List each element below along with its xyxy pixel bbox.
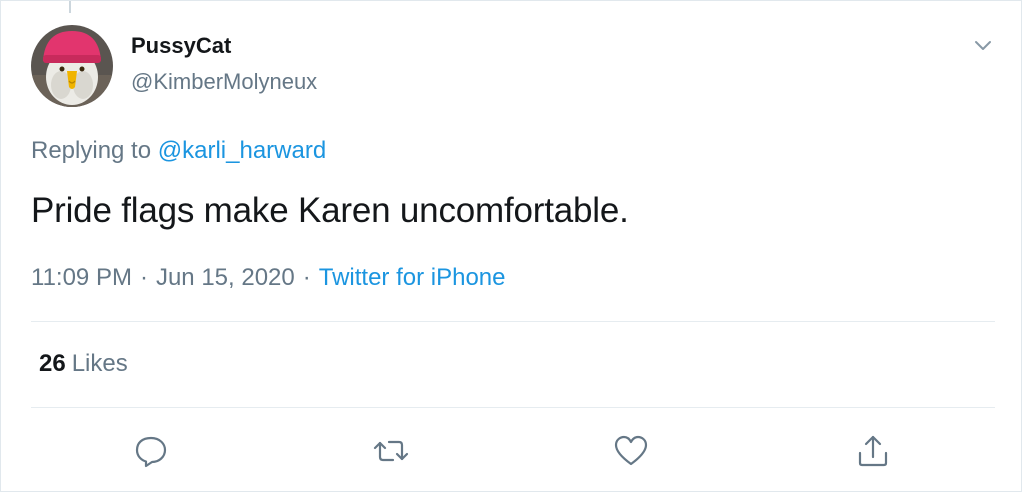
tweet-date[interactable]: Jun 15, 2020 (156, 264, 295, 291)
divider (31, 321, 995, 322)
tweet-metadata: 11:09 PM · Jun 15, 2020 · Twitter for iPhone (31, 264, 506, 292)
share-icon (858, 435, 888, 467)
meta-separator: · (139, 264, 148, 291)
display-name[interactable]: PussyCat (131, 33, 231, 59)
user-handle[interactable]: @KimberMolyneux (131, 69, 317, 95)
retweet-button[interactable] (371, 431, 411, 471)
likes-stat[interactable]: 26 Likes (39, 350, 128, 378)
replying-to-link[interactable]: @karli_harward (158, 137, 326, 164)
chevron-down-icon[interactable] (969, 31, 997, 59)
reply-button[interactable] (131, 431, 171, 471)
likes-count: 26 (39, 350, 66, 377)
replying-to-line: Replying to @karli_harward (31, 137, 326, 165)
retweet-icon (373, 440, 409, 462)
divider (31, 407, 995, 408)
eagle-avatar-image (31, 25, 113, 107)
tweet-card: PussyCat @KimberMolyneux Replying to @ka… (0, 0, 1022, 492)
reply-icon (135, 436, 167, 468)
tweet-source-link[interactable]: Twitter for iPhone (319, 264, 506, 291)
heart-icon (614, 435, 648, 466)
replying-to-label: Replying to (31, 137, 152, 164)
meta-separator: · (302, 264, 311, 291)
avatar[interactable] (31, 25, 113, 107)
thread-connector-line (69, 1, 71, 13)
tweet-text: Pride flags make Karen uncomfortable. (31, 191, 629, 230)
like-button[interactable] (611, 431, 651, 471)
likes-label: Likes (71, 350, 128, 377)
share-button[interactable] (853, 431, 893, 471)
tweet-time[interactable]: 11:09 PM (31, 264, 132, 291)
